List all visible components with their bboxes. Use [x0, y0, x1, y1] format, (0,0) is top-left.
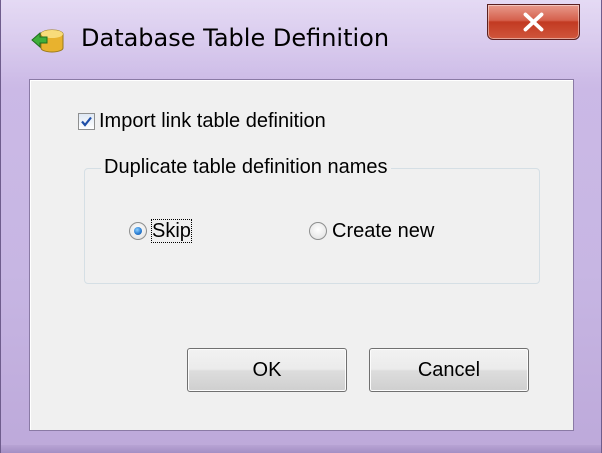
duplicate-names-group: Duplicate table definition names Skip Cr…	[84, 155, 540, 284]
import-link-checkbox-row[interactable]: Import link table definition	[78, 110, 326, 132]
ok-button[interactable]: OK	[187, 348, 347, 392]
import-link-checkbox[interactable]	[78, 112, 95, 130]
title-bar[interactable]: Database Table Definition	[1, 0, 601, 80]
window-bottom-border	[1, 445, 601, 453]
dialog-content: Import link table definition Duplicate t…	[29, 79, 574, 431]
skip-label: Skip	[151, 219, 192, 243]
cancel-button[interactable]: Cancel	[369, 348, 529, 392]
database-arrow-icon	[31, 29, 64, 53]
close-icon	[523, 12, 544, 32]
window-title: Database Table Definition	[81, 24, 390, 52]
create-new-radio-option[interactable]: Create new	[309, 219, 434, 243]
checkmark-icon	[81, 116, 92, 127]
create-new-radio[interactable]	[309, 222, 327, 240]
create-new-label: Create new	[332, 220, 435, 242]
import-link-label: Import link table definition	[99, 110, 326, 132]
close-button[interactable]	[487, 4, 580, 40]
skip-radio-option[interactable]: Skip	[129, 219, 192, 243]
duplicate-names-legend: Duplicate table definition names	[101, 155, 391, 179]
skip-radio[interactable]	[129, 222, 147, 240]
dialog-window: Database Table Definition Import link ta…	[0, 0, 602, 453]
